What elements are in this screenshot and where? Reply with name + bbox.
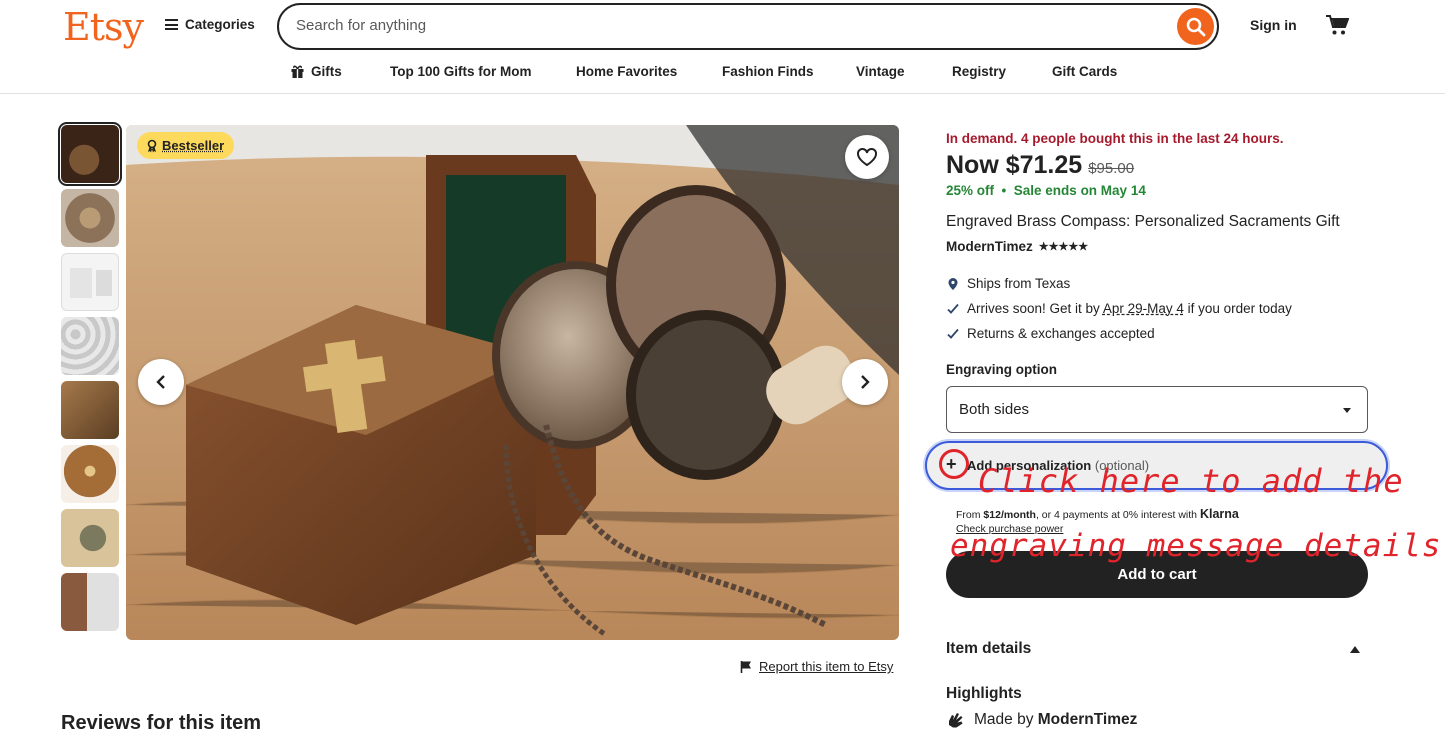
chevron-left-icon xyxy=(156,374,166,390)
reviews-heading: Reviews for this item xyxy=(61,712,261,732)
caret-down-icon xyxy=(1343,408,1351,413)
product-title: Engraved Brass Compass: Personalized Sac… xyxy=(946,213,1340,231)
search-input[interactable] xyxy=(296,17,1156,34)
arrival-dates[interactable]: Apr 29-May 4 xyxy=(1103,301,1184,316)
nav-item-gift-cards[interactable]: Gift Cards xyxy=(1052,64,1117,79)
engraving-option-label: Engraving option xyxy=(946,362,1057,377)
klarna-from: From xyxy=(956,509,983,521)
thumbnail[interactable] xyxy=(61,125,119,183)
klarna-rest: , or 4 payments at 0% interest with xyxy=(1036,509,1200,521)
ships-from-text: Ships from Texas xyxy=(967,276,1070,291)
etsy-logo[interactable]: Etsy xyxy=(63,5,143,49)
current-price: Now $71.25 xyxy=(946,151,1082,180)
highlights-heading: Highlights xyxy=(946,685,1022,703)
shop-name-link[interactable]: ModernTimez xyxy=(946,239,1033,254)
categories-label: Categories xyxy=(185,17,255,32)
star-rating[interactable]: ★★★★★ xyxy=(1039,240,1088,253)
heart-icon xyxy=(856,147,878,167)
made-by-prefix: Made by xyxy=(974,711,1038,728)
made-by-text: Made by ModernTimez xyxy=(974,711,1137,729)
klarna-line: From $12/month, or 4 payments at 0% inte… xyxy=(956,507,1239,522)
thumbnail[interactable] xyxy=(61,317,119,375)
menu-icon xyxy=(165,19,178,30)
plus-icon: + xyxy=(946,455,957,473)
klarna-logo: Klarna xyxy=(1200,507,1239,521)
thumbnail[interactable] xyxy=(61,445,119,503)
engraving-selected-value: Both sides xyxy=(959,401,1029,418)
flag-icon xyxy=(740,660,753,674)
annotation-line-1: Click here to add the xyxy=(978,462,1404,500)
check-icon xyxy=(946,302,960,316)
location-pin-icon xyxy=(946,277,960,291)
report-item-link[interactable]: Report this item to Etsy xyxy=(740,659,893,674)
hand-icon xyxy=(946,710,966,730)
categories-button[interactable]: Categories xyxy=(165,17,255,32)
arrival-row: Arrives soon! Get it by Apr 29-May 4 if … xyxy=(946,301,1292,316)
thumbnail[interactable] xyxy=(61,381,119,439)
ships-from-row: Ships from Texas xyxy=(946,276,1070,291)
nav-label: Gifts xyxy=(311,64,342,79)
thumbnail[interactable] xyxy=(61,509,119,567)
product-photo xyxy=(126,125,899,640)
thumbnail[interactable] xyxy=(61,189,119,247)
main-product-image xyxy=(126,125,899,640)
separator-dot: • xyxy=(998,183,1010,198)
shop-info: ModernTimez ★★★★★ xyxy=(946,239,1088,254)
made-by-row: Made by ModernTimez xyxy=(946,710,1137,730)
nav-item-registry[interactable]: Registry xyxy=(952,64,1006,79)
thumbnail-list xyxy=(61,125,121,637)
favorite-button[interactable] xyxy=(845,135,889,179)
sign-in-link[interactable]: Sign in xyxy=(1250,17,1297,33)
price-row: Now $71.25 $95.00 xyxy=(946,151,1134,180)
nav-item-fashion-finds[interactable]: Fashion Finds xyxy=(722,64,814,79)
report-label: Report this item to Etsy xyxy=(759,659,893,674)
previous-image-button[interactable] xyxy=(138,359,184,405)
badge-label: Bestseller xyxy=(162,138,224,153)
returns-text: Returns & exchanges accepted xyxy=(967,326,1155,341)
original-price: $95.00 xyxy=(1088,160,1134,177)
chevron-up-icon[interactable] xyxy=(1350,646,1360,653)
bestseller-badge: Bestseller xyxy=(137,132,234,159)
search-icon xyxy=(1186,17,1206,37)
gift-icon xyxy=(290,64,305,79)
nav-item-vintage[interactable]: Vintage xyxy=(856,64,905,79)
returns-row: Returns & exchanges accepted xyxy=(946,326,1155,341)
nav-item-home-favorites[interactable]: Home Favorites xyxy=(576,64,677,79)
arrival-suffix: if you order today xyxy=(1184,301,1292,316)
search-bar xyxy=(277,3,1219,50)
nav-item-top-100[interactable]: Top 100 Gifts for Mom xyxy=(390,64,532,79)
item-details-toggle[interactable]: Item details xyxy=(946,640,1031,658)
thumbnail[interactable] xyxy=(61,253,119,311)
cart-icon xyxy=(1325,14,1349,36)
annotation-line-2: engraving message details xyxy=(950,528,1442,564)
award-icon xyxy=(146,139,158,153)
search-button[interactable] xyxy=(1177,8,1214,45)
made-by-shop-link[interactable]: ModernTimez xyxy=(1038,711,1138,728)
nav-item-gifts[interactable]: Gifts xyxy=(290,64,342,79)
sale-info: 25% off • Sale ends on May 14 xyxy=(946,183,1146,198)
klarna-amount: $12/month xyxy=(983,509,1036,521)
check-icon xyxy=(946,327,960,341)
arrival-text: Arrives soon! Get it by Apr 29-May 4 if … xyxy=(967,301,1292,316)
engraving-option-select[interactable]: Both sides xyxy=(946,386,1368,433)
chevron-right-icon xyxy=(860,374,870,390)
arrival-prefix: Arrives soon! Get it by xyxy=(967,301,1103,316)
discount-text: 25% off xyxy=(946,183,994,198)
next-image-button[interactable] xyxy=(842,359,888,405)
demand-notice: In demand. 4 people bought this in the l… xyxy=(946,131,1284,146)
sale-ends-text: Sale ends on May 14 xyxy=(1014,183,1146,198)
thumbnail[interactable] xyxy=(61,573,119,631)
category-nav: Gifts Top 100 Gifts for Mom Home Favorit… xyxy=(0,52,1445,94)
cart-button[interactable] xyxy=(1325,14,1349,41)
